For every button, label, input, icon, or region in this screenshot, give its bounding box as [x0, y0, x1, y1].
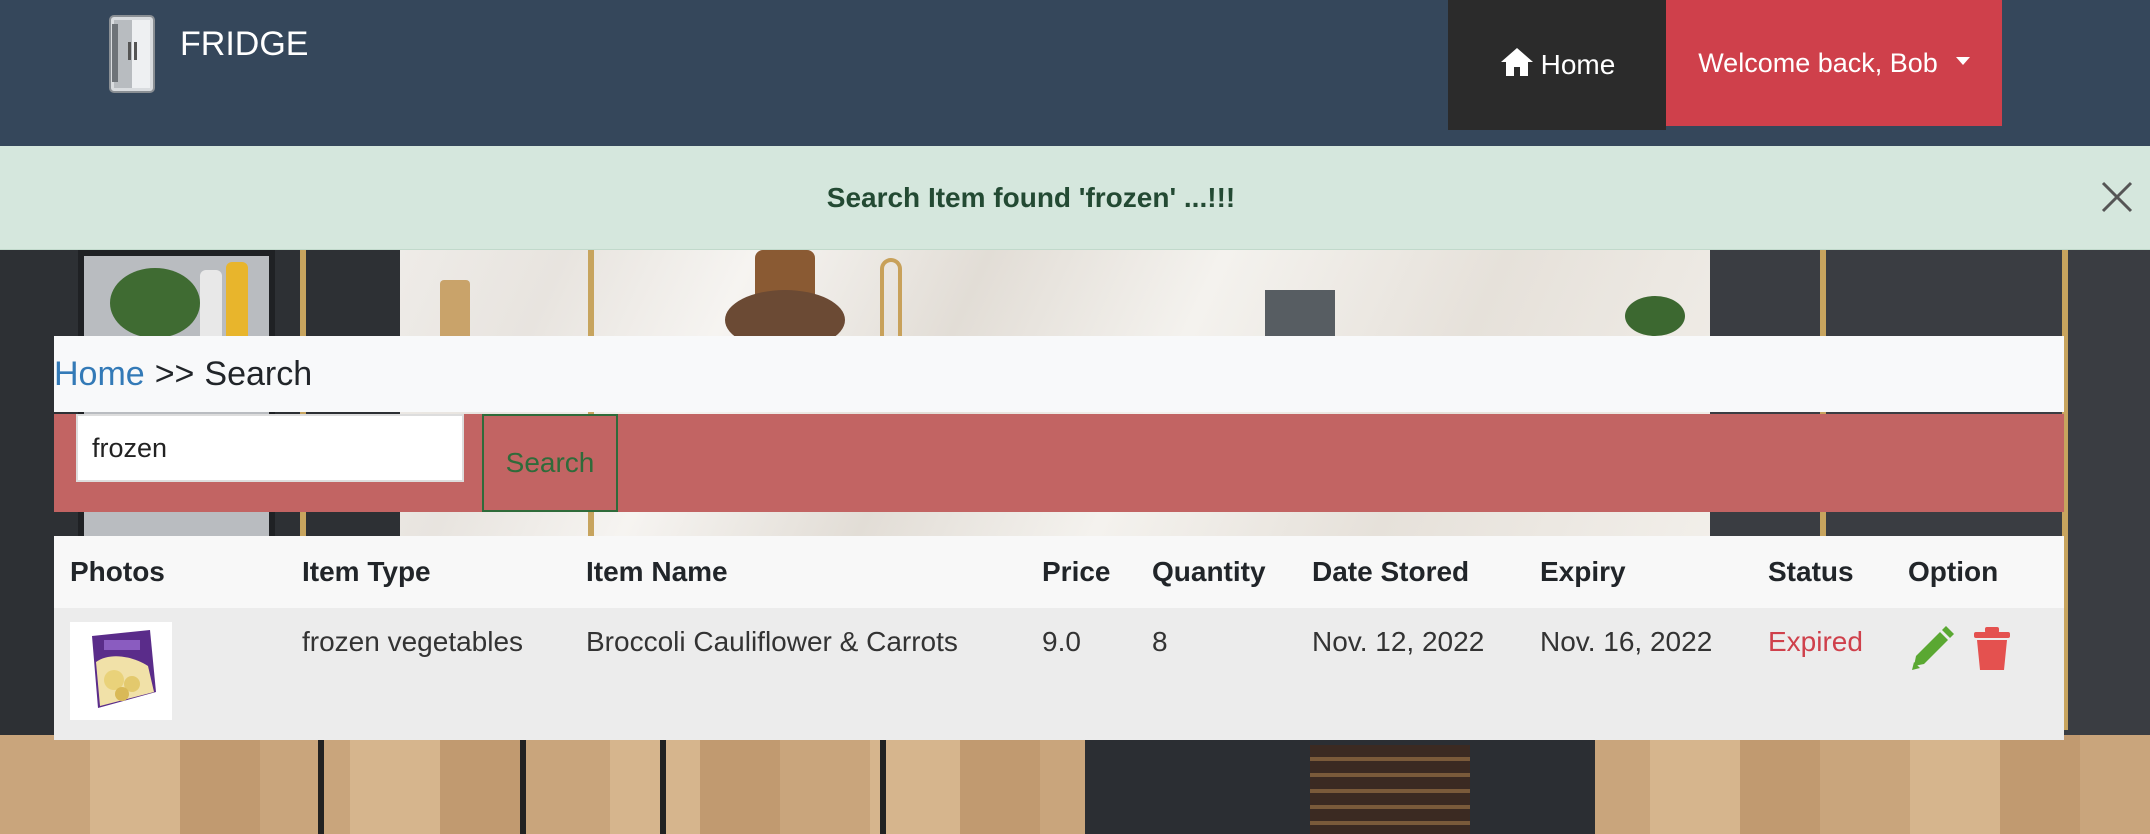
- user-dropdown-toggle[interactable]: Welcome back, Bob: [1666, 0, 2002, 126]
- brand-link[interactable]: FRIDGE: [106, 14, 308, 94]
- trash-icon[interactable]: [1972, 626, 2012, 679]
- close-icon[interactable]: [2100, 180, 2134, 219]
- header-price: Price: [1042, 556, 1111, 587]
- results-table: Photos Item Type Item Name Price Quantit…: [54, 536, 2064, 740]
- user-greeting: Welcome back, Bob: [1698, 47, 1938, 78]
- breadcrumb: Home >> Search: [54, 336, 2064, 412]
- table-header-row: Photos Item Type Item Name Price Quantit…: [54, 536, 2064, 608]
- date-stored-cell: Nov. 12, 2022: [1312, 626, 1485, 657]
- breadcrumb-separator: >>: [154, 354, 195, 393]
- expiry-cell: Nov. 16, 2022: [1540, 626, 1713, 657]
- header-photos: Photos: [70, 556, 165, 587]
- top-navbar: FRIDGE Home Welcome back, Bob: [0, 0, 2150, 146]
- quantity-cell: 8: [1152, 626, 1168, 657]
- header-date-stored: Date Stored: [1312, 556, 1470, 587]
- photo-cell: [54, 608, 286, 740]
- fridge-icon: [106, 14, 158, 94]
- nav-home-link[interactable]: Home: [1448, 0, 1666, 130]
- pencil-icon[interactable]: [1908, 626, 1954, 679]
- header-status: Status: [1768, 556, 1854, 587]
- header-option: Option: [1908, 556, 1999, 587]
- price-cell: 9.0: [1042, 626, 1081, 657]
- header-item-name: Item Name: [586, 556, 728, 587]
- alert-message: Search Item found 'frozen' ...!!!: [826, 181, 1236, 213]
- header-quantity: Quantity: [1152, 556, 1266, 587]
- breadcrumb-current: Search: [204, 354, 313, 393]
- option-cell: [1892, 608, 2064, 740]
- caret-down-icon: [1955, 57, 1970, 65]
- item-photo[interactable]: [70, 622, 172, 720]
- brand-name: FRIDGE: [180, 24, 309, 63]
- status-cell: Expired: [1768, 626, 1863, 657]
- search-result-alert: Search Item found 'frozen' ...!!!: [0, 146, 2150, 250]
- item-type-cell: frozen vegetables: [302, 626, 524, 657]
- search-button[interactable]: Search: [482, 414, 618, 512]
- item-name-cell: Broccoli Cauliflower & Carrots: [586, 626, 958, 657]
- search-input[interactable]: [76, 414, 464, 482]
- main-panel: Home >> Search Search Photos Item Type I…: [54, 336, 2064, 740]
- header-item-type: Item Type: [302, 556, 431, 587]
- search-form: Search: [54, 414, 2064, 512]
- header-expiry: Expiry: [1540, 556, 1626, 587]
- table-row: frozen vegetables Broccoli Cauliflower &…: [54, 608, 2064, 740]
- nav-home-label: Home: [1540, 49, 1616, 80]
- breadcrumb-home-link[interactable]: Home: [54, 355, 145, 394]
- home-icon: [1499, 46, 1535, 85]
